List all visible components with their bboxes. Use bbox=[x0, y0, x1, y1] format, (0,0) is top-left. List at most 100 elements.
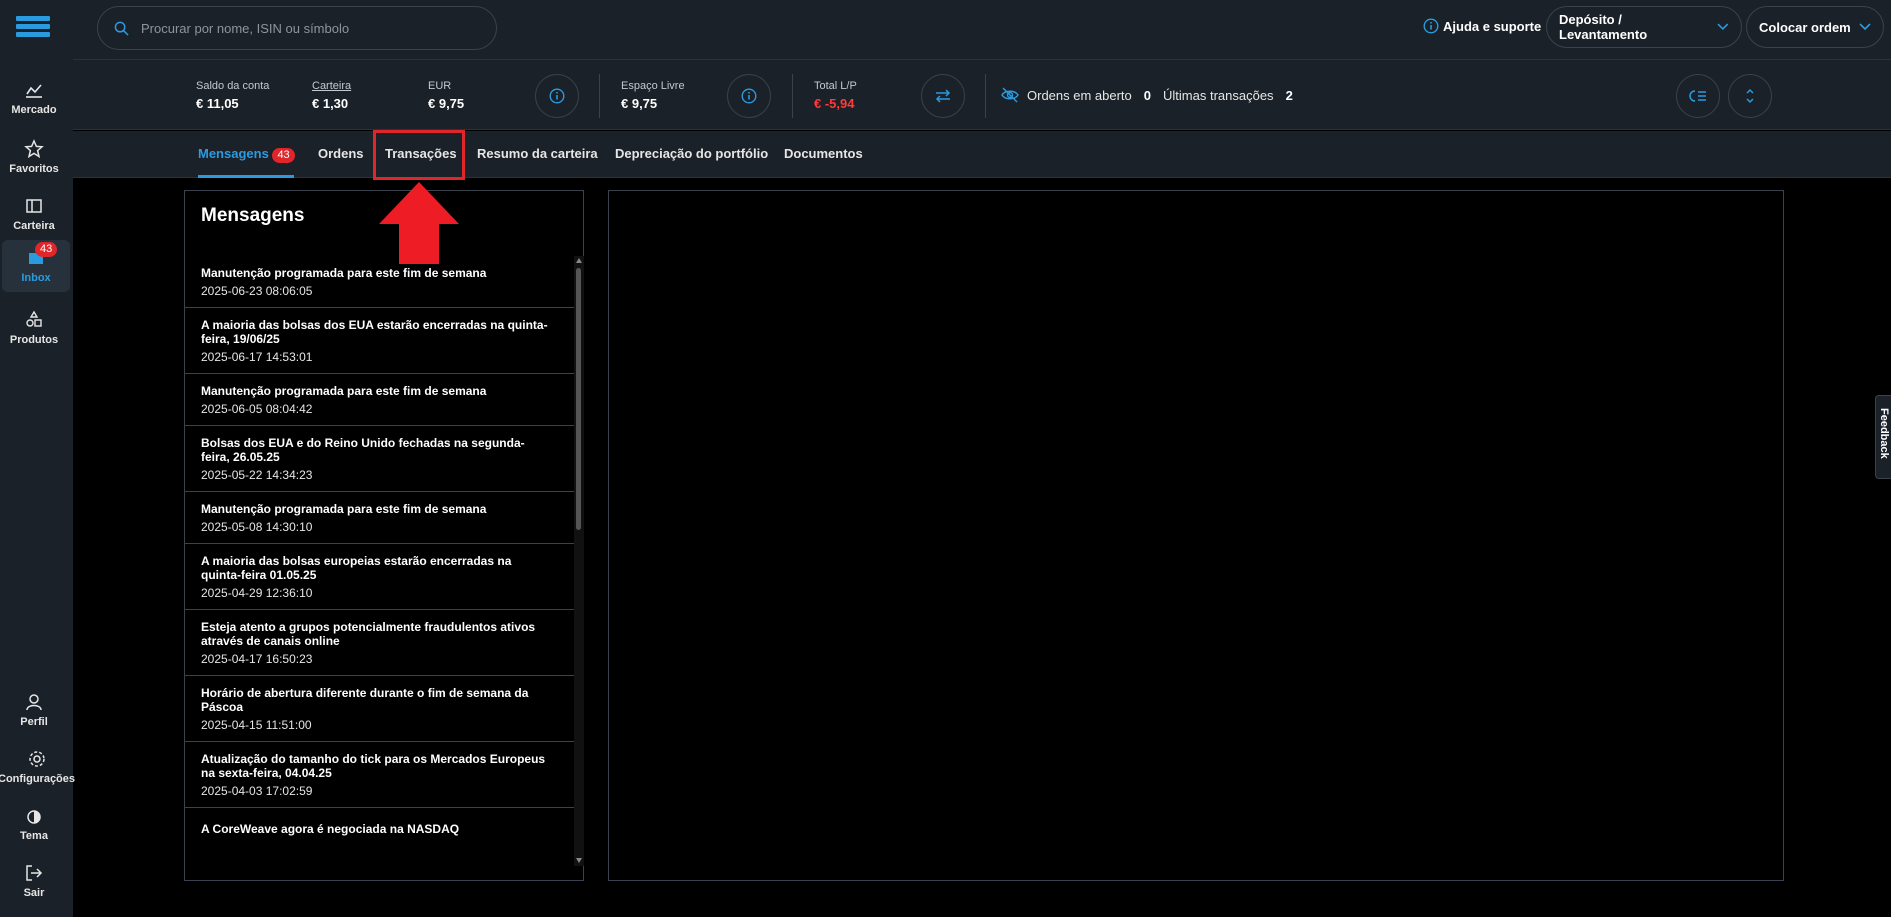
message-item[interactable]: Manutenção programada para este fim de s… bbox=[185, 374, 575, 426]
message-item[interactable]: Horário de abertura diferente durante o … bbox=[185, 676, 575, 742]
tab-depreciacao-portfolio[interactable]: Depreciação do portfólio bbox=[615, 146, 768, 161]
message-item[interactable]: Esteja atento a grupos potencialmente fr… bbox=[185, 610, 575, 676]
eur-value: € 9,75 bbox=[428, 96, 465, 111]
info-icon bbox=[1423, 18, 1439, 34]
message-date: 2025-06-17 14:53:01 bbox=[201, 350, 313, 364]
sidebar-item-perfil[interactable]: Perfil bbox=[0, 684, 68, 736]
gear-icon bbox=[28, 751, 45, 767]
info-button[interactable] bbox=[535, 74, 579, 118]
carteira-link[interactable]: Carteira bbox=[312, 80, 351, 92]
search-input[interactable] bbox=[141, 20, 471, 36]
open-orders-label: Ordens em aberto bbox=[1027, 87, 1132, 103]
message-title: Manutenção programada para este fim de s… bbox=[201, 266, 487, 280]
carteira-block: Carteira € 1,30 bbox=[312, 80, 351, 111]
expand-vertical-icon bbox=[1746, 88, 1754, 104]
logout-icon bbox=[26, 865, 43, 881]
espaco-label: Espaço Livre bbox=[621, 80, 685, 92]
order-list-button[interactable] bbox=[1676, 74, 1720, 118]
tab-bar: Mensagens 43 Ordens Transações Resumo da… bbox=[73, 131, 1891, 178]
message-date: 2025-06-23 08:06:05 bbox=[201, 284, 313, 298]
message-date: 2025-04-17 16:50:23 bbox=[201, 652, 313, 666]
sidebar-item-inbox[interactable]: 43 Inbox bbox=[2, 240, 70, 292]
message-date: 2025-05-22 14:34:23 bbox=[201, 468, 313, 482]
annotation-highlight-box bbox=[373, 130, 465, 180]
feedback-tab[interactable]: Feedback bbox=[1875, 395, 1891, 479]
tab-label: Depreciação do portfólio bbox=[615, 146, 769, 161]
message-title: Atualização do tamanho do tick para os M… bbox=[201, 752, 546, 780]
message-title: Horário de abertura diferente durante o … bbox=[201, 686, 529, 714]
chevron-down-icon bbox=[1717, 23, 1729, 31]
message-detail-panel bbox=[608, 190, 1784, 881]
espaco-value: € 9,75 bbox=[621, 96, 658, 111]
tab-resumo-carteira[interactable]: Resumo da carteira bbox=[477, 146, 598, 161]
messages-title: Mensagens bbox=[201, 205, 305, 226]
message-item[interactable]: A maioria das bolsas europeias estarão e… bbox=[185, 544, 575, 610]
top-bar: Ajuda e suporte Depósito / Levantamento … bbox=[73, 0, 1891, 60]
scroll-down-arrow[interactable] bbox=[576, 858, 582, 863]
place-order-dropdown[interactable]: Colocar ordem bbox=[1746, 6, 1884, 48]
shapes-icon bbox=[26, 310, 42, 327]
sidebar-item-label: Perfil bbox=[20, 716, 48, 728]
chevron-down-icon bbox=[1859, 23, 1871, 31]
espaco-block: Espaço Livre € 9,75 bbox=[621, 80, 685, 111]
menu-logo-icon[interactable] bbox=[16, 16, 50, 38]
expand-button[interactable] bbox=[1728, 74, 1772, 118]
sidebar-item-sair[interactable]: Sair bbox=[0, 855, 68, 907]
active-tab-indicator bbox=[198, 175, 294, 178]
inbox-badge: 43 bbox=[35, 242, 58, 257]
total-pl-block: Total L/P € -5,94 bbox=[814, 80, 857, 111]
star-icon bbox=[24, 139, 44, 159]
annotation-arrow-icon bbox=[379, 182, 459, 264]
sidebar-item-carteira[interactable]: Carteira bbox=[0, 188, 68, 240]
sidebar-item-configuracoes[interactable]: Configurações bbox=[0, 741, 75, 793]
messages-badge: 43 bbox=[272, 148, 295, 163]
sidebar-item-mercado[interactable]: Mercado bbox=[0, 72, 68, 124]
sidebar-item-favoritos[interactable]: Favoritos bbox=[0, 131, 68, 183]
help-link[interactable]: Ajuda e suporte bbox=[1423, 18, 1541, 34]
sidebar: Mercado Favoritos Carteira 43 Inbox Prod… bbox=[0, 0, 75, 917]
eye-off-icon bbox=[1001, 87, 1019, 103]
sidebar-item-label: Sair bbox=[23, 887, 45, 899]
app-root: Mercado Favoritos Carteira 43 Inbox Prod… bbox=[0, 0, 1891, 917]
feedback-label: Feedback bbox=[1878, 408, 1890, 459]
sidebar-item-label: Tema bbox=[20, 830, 48, 842]
sidebar-item-label: Carteira bbox=[13, 220, 55, 232]
scroll-thumb[interactable] bbox=[576, 268, 581, 530]
info-icon bbox=[549, 88, 565, 104]
divider bbox=[792, 74, 793, 118]
list-filter-icon bbox=[1689, 90, 1706, 102]
deposit-dropdown[interactable]: Depósito / Levantamento bbox=[1546, 6, 1742, 48]
message-title: A maioria das bolsas europeias estarão e… bbox=[201, 554, 512, 582]
total-pl-value: € -5,94 bbox=[814, 96, 855, 111]
message-item[interactable]: Manutenção programada para este fim de s… bbox=[185, 492, 575, 544]
search-box[interactable] bbox=[97, 6, 497, 50]
swap-button[interactable] bbox=[921, 74, 965, 118]
scroll-up-arrow[interactable] bbox=[576, 258, 582, 263]
message-title: A CoreWeave agora é negociada na NASDAQ bbox=[201, 822, 460, 836]
sidebar-item-produtos[interactable]: Produtos bbox=[0, 302, 68, 354]
message-item[interactable]: A CoreWeave agora é negociada na NASDAQ bbox=[185, 808, 575, 845]
sidebar-item-tema[interactable]: Tema bbox=[0, 798, 68, 850]
message-title: Esteja atento a grupos potencialmente fr… bbox=[201, 620, 536, 648]
tab-documentos[interactable]: Documentos bbox=[784, 146, 863, 161]
message-title: Manutenção programada para este fim de s… bbox=[201, 502, 487, 516]
open-orders-count: 0 bbox=[1143, 87, 1152, 103]
messages-list: Manutenção programada para este fim de s… bbox=[185, 256, 575, 882]
tab-label: Resumo da carteira bbox=[477, 146, 598, 161]
tab-mensagens[interactable]: Mensagens 43 bbox=[198, 146, 295, 163]
message-item[interactable]: Atualização do tamanho do tick para os M… bbox=[185, 742, 575, 808]
message-item[interactable]: A maioria das bolsas dos EUA estarão enc… bbox=[185, 308, 575, 374]
deposit-label: Depósito / Levantamento bbox=[1559, 12, 1648, 42]
message-item[interactable]: Bolsas dos EUA e do Reino Unido fechadas… bbox=[185, 426, 575, 492]
sidebar-item-label: Produtos bbox=[9, 334, 59, 346]
messages-panel: Mensagens Manutenção programada para est… bbox=[184, 190, 584, 881]
eur-block: EUR € 9,75 bbox=[428, 80, 464, 111]
info-button[interactable] bbox=[727, 74, 771, 118]
last-transactions-count: 2 bbox=[1285, 87, 1293, 103]
divider bbox=[599, 74, 600, 118]
messages-scrollbar[interactable] bbox=[574, 256, 584, 866]
tab-label: Ordens bbox=[318, 146, 364, 161]
tab-ordens[interactable]: Ordens bbox=[318, 146, 364, 161]
swap-arrows-icon bbox=[935, 89, 951, 103]
orders-summary[interactable]: Ordens em aberto 0 Últimas transações 2 bbox=[1001, 87, 1305, 103]
